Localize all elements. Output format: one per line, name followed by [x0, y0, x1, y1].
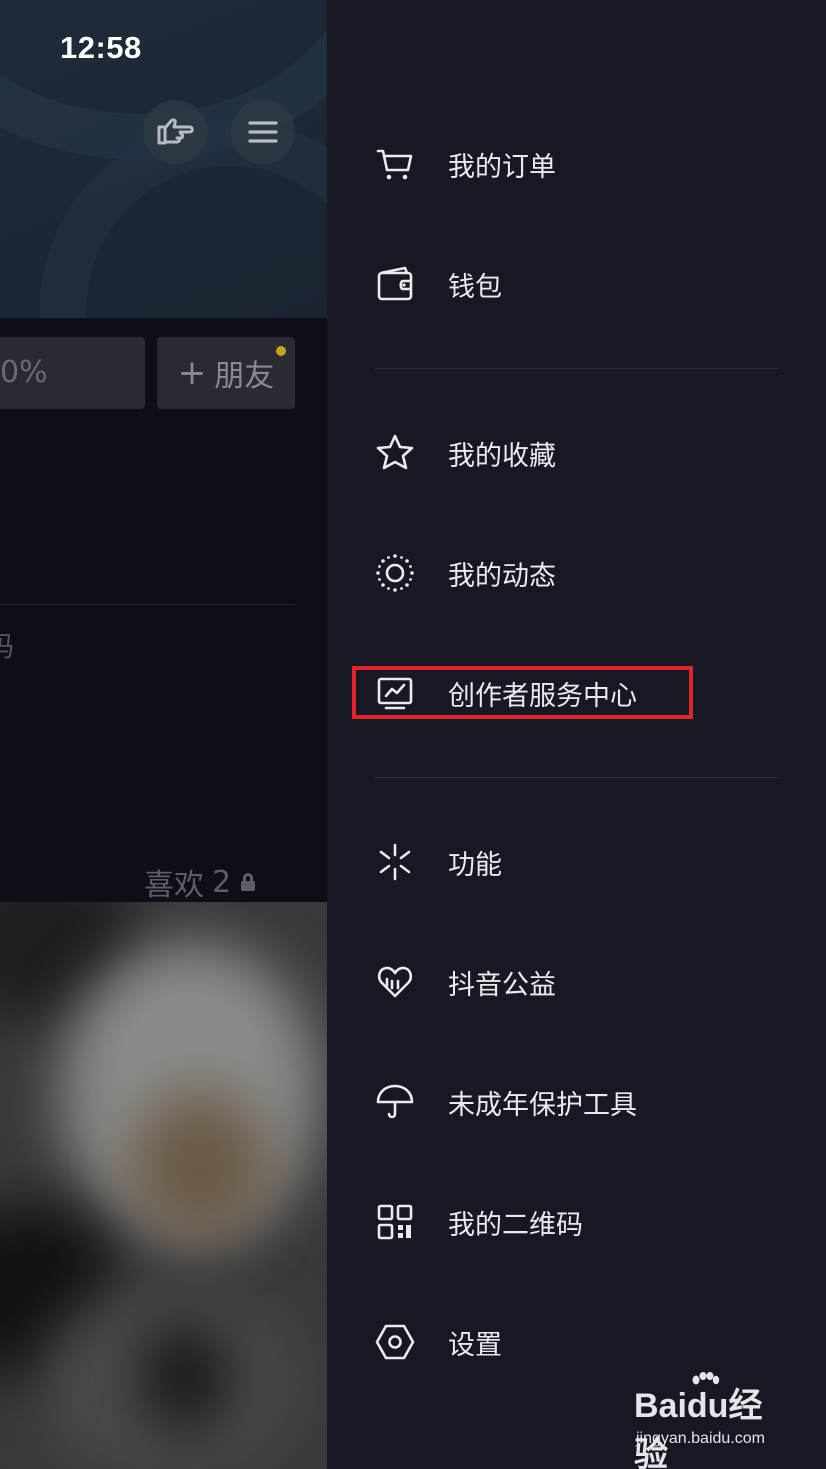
side-drawer-menu: 我的订单 钱包 我的收藏 我的动态 创作者服务中心 功能 抖音公益 未成年保护工… [327, 0, 826, 1469]
star-icon [375, 433, 415, 473]
hamburger-menu-icon [248, 121, 278, 143]
profile-banner [0, 0, 327, 318]
menu-item-my-orders[interactable]: 我的订单 [375, 134, 795, 194]
sun-icon [375, 553, 415, 593]
add-friend-label: 朋友 [214, 359, 275, 394]
likes-label: 喜欢 [144, 868, 204, 903]
sparkle-icon [375, 842, 415, 882]
menu-item-label: 功能 [448, 849, 502, 881]
notification-dot [276, 346, 286, 356]
plus-icon: + [177, 353, 207, 393]
menu-item-my-favorites[interactable]: 我的收藏 [375, 423, 795, 483]
menu-item-my-activity[interactable]: 我的动态 [375, 543, 795, 603]
likes-count: 2 [212, 864, 232, 900]
menu-item-label: 抖音公益 [448, 969, 556, 1001]
menu-item-wallet[interactable]: 钱包 [375, 254, 795, 314]
watermark-url: jingyan.baidu.com [636, 1430, 765, 1447]
menu-item-my-qr-code[interactable]: 我的二维码 [375, 1192, 795, 1252]
cart-icon [375, 144, 415, 184]
menu-item-minor-protection-tools[interactable]: 未成年保护工具 [375, 1072, 795, 1132]
heart-rain-icon [375, 962, 415, 1002]
profile-completion-text: 0% [0, 355, 48, 390]
umbrella-icon [375, 1082, 415, 1122]
blurred-video-thumbnail[interactable] [0, 902, 327, 1469]
profile-completion-box[interactable]: 0% [0, 337, 145, 409]
menu-item-douyin-charity[interactable]: 抖音公益 [375, 952, 795, 1012]
truncated-text: 码 [0, 630, 15, 663]
menu-item-label: 我的动态 [448, 560, 556, 592]
likes-tab[interactable]: 喜欢 2 [144, 860, 256, 904]
menu-item-label: 我的收藏 [448, 440, 556, 472]
pointing-hand-icon [157, 118, 194, 145]
hexagon-settings-icon [375, 1322, 415, 1362]
menu-item-features[interactable]: 功能 [375, 832, 795, 892]
menu-item-label: 钱包 [448, 271, 502, 303]
menu-divider [375, 368, 779, 369]
menu-item-label: 未成年保护工具 [448, 1089, 637, 1121]
highlight-annotation-box [352, 666, 693, 719]
baidu-paw-icon [692, 1372, 720, 1385]
pointing-hand-button[interactable] [143, 100, 207, 164]
status-time: 12:58 [60, 30, 142, 65]
menu-divider [375, 777, 779, 778]
baidu-jingyan-watermark: Baidu经验 jingyan.baidu.com [634, 1372, 794, 1469]
menu-item-label: 我的订单 [448, 151, 556, 183]
menu-item-label: 设置 [448, 1329, 502, 1361]
menu-item-label: 我的二维码 [448, 1209, 583, 1241]
menu-button[interactable] [231, 100, 295, 164]
menu-item-settings[interactable]: 设置 [375, 1312, 795, 1372]
qr-code-icon [375, 1202, 415, 1242]
wallet-icon [375, 264, 415, 304]
background-profile-page: 0% + 朋友 码 喜欢 2 [0, 0, 327, 1469]
lock-icon [241, 873, 256, 891]
divider [0, 604, 295, 605]
add-friend-button[interactable]: + 朋友 [157, 337, 295, 409]
